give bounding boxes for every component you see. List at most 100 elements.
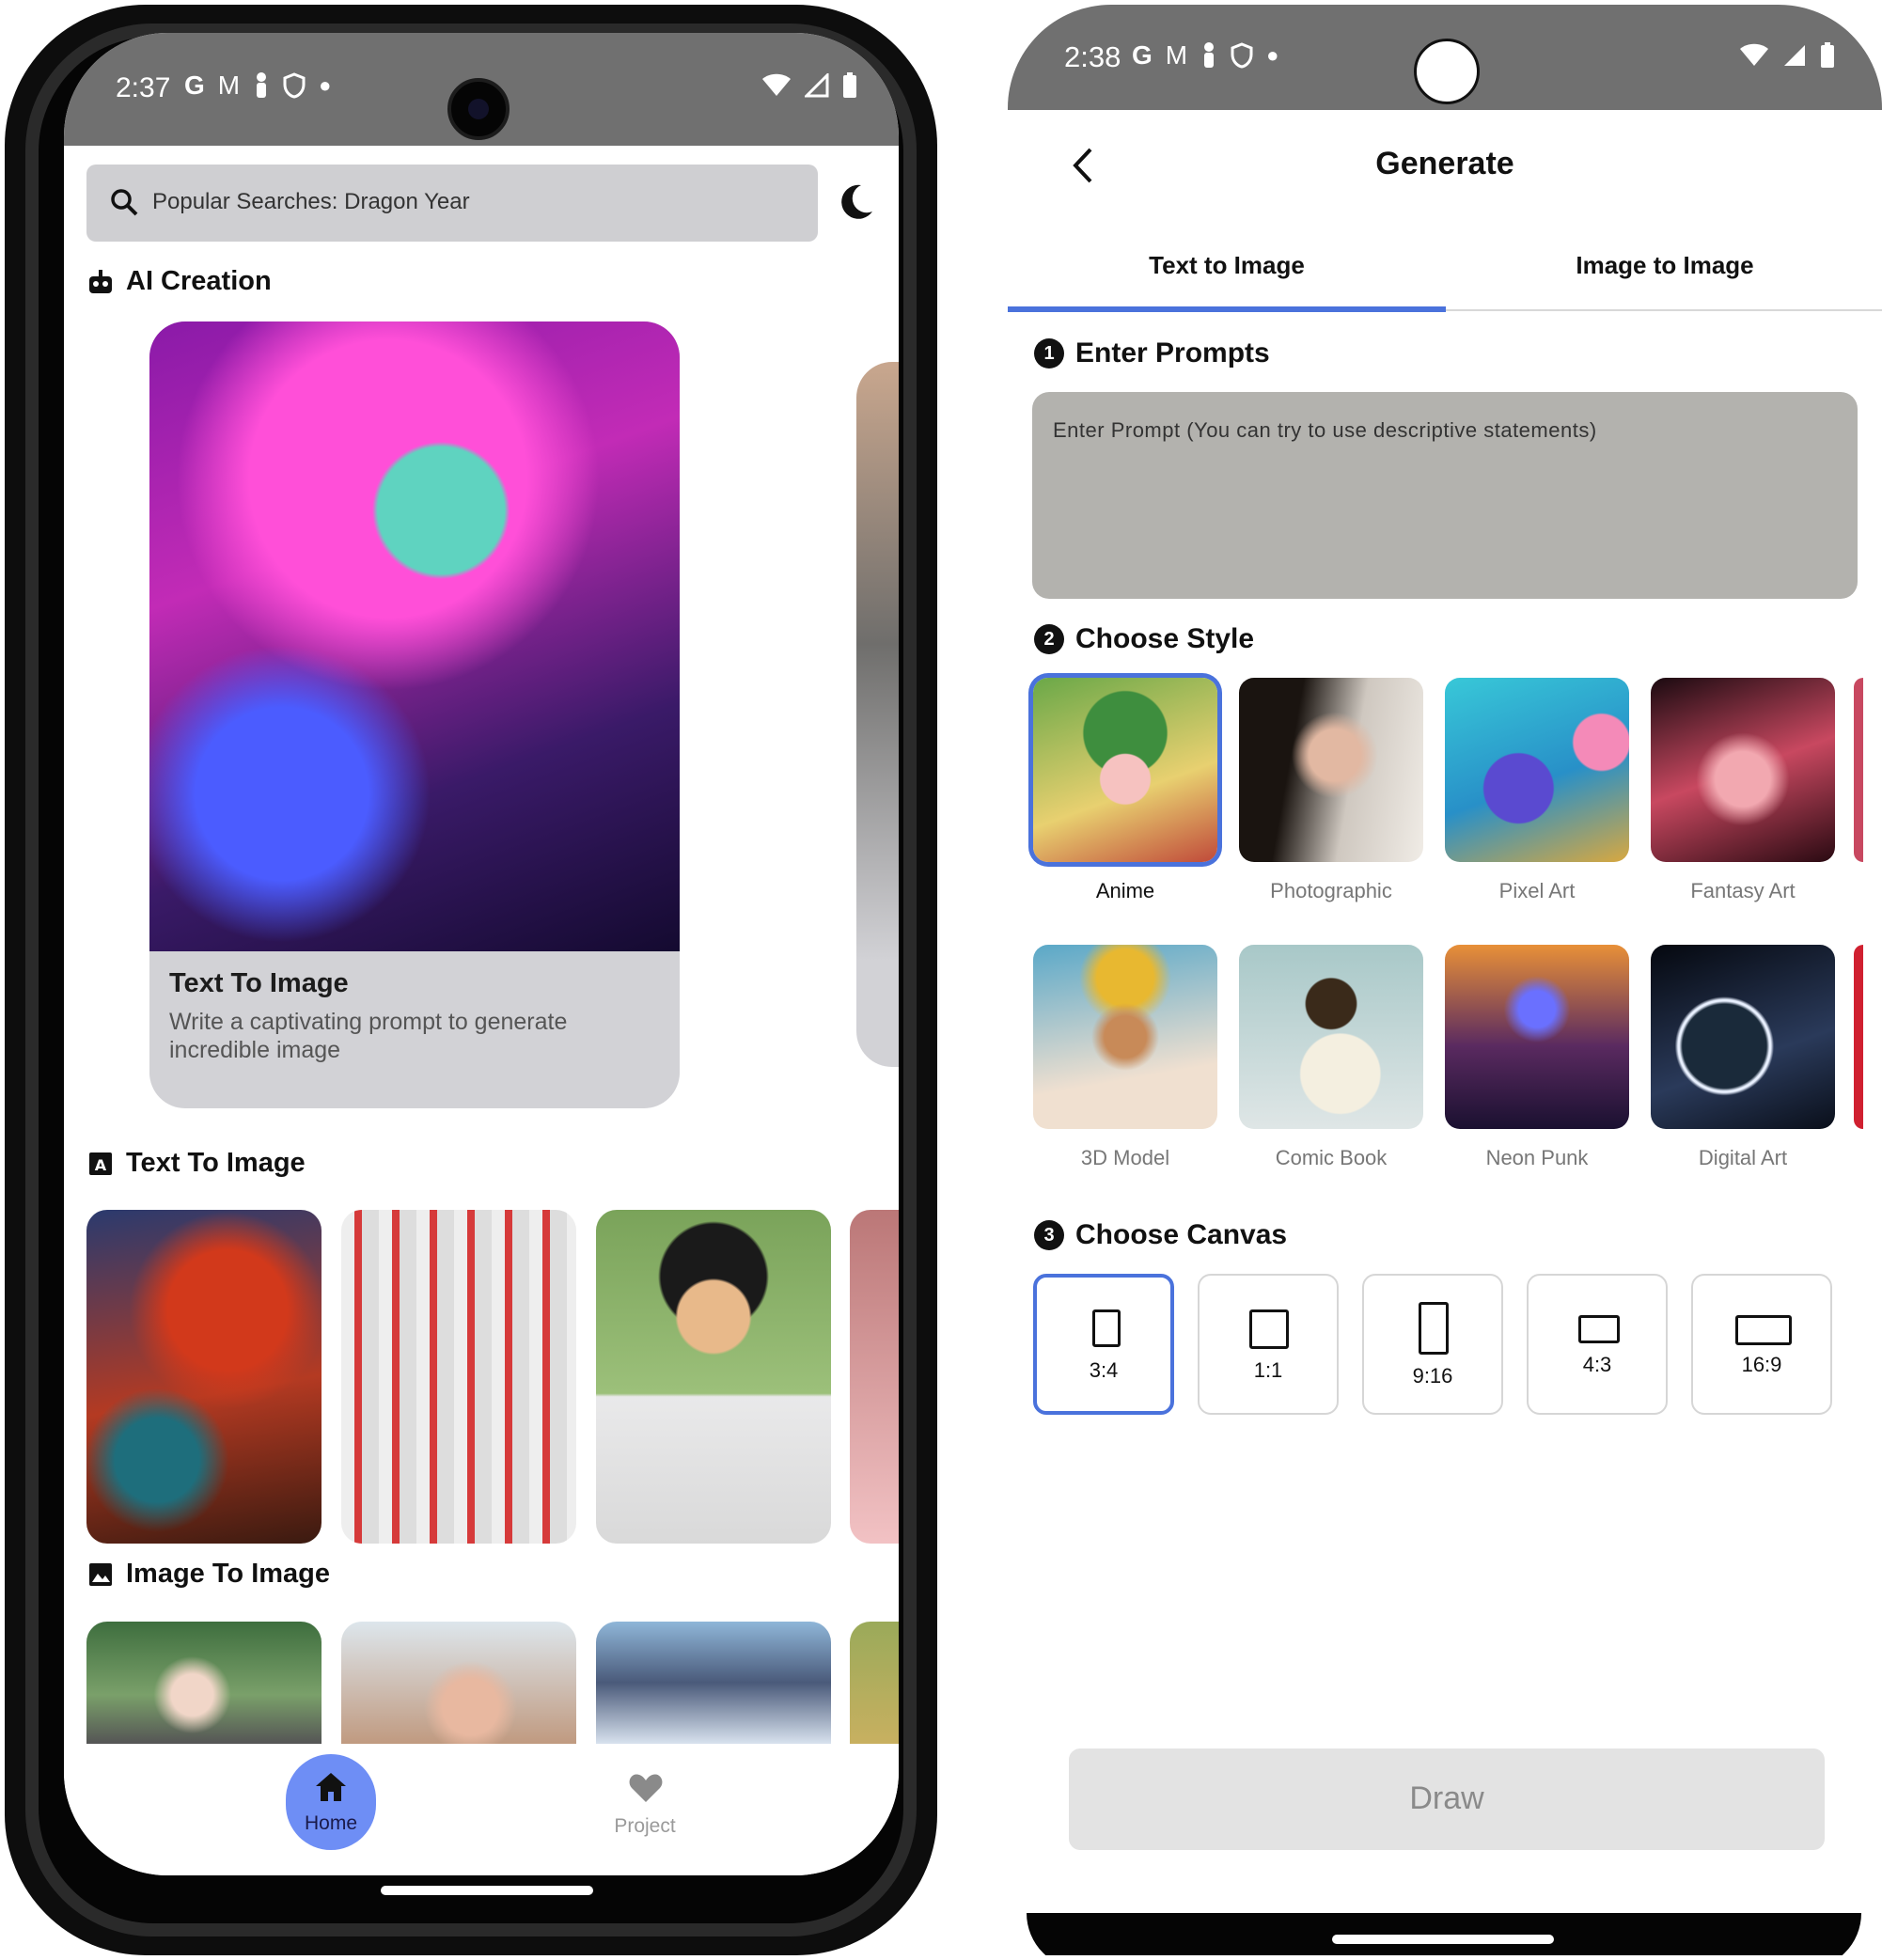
canvas-option-16-9[interactable]: 16:9 bbox=[1691, 1274, 1832, 1415]
status-icons: G M ● bbox=[184, 71, 331, 101]
canvas-shape-icon bbox=[1578, 1315, 1620, 1343]
search-placeholder: Popular Searches: Dragon Year bbox=[152, 189, 470, 214]
wifi-icon bbox=[1740, 43, 1768, 66]
style-photographic[interactable] bbox=[1239, 678, 1423, 862]
signal-icon bbox=[1784, 45, 1805, 66]
style-comic-book[interactable] bbox=[1239, 945, 1423, 1129]
hero-card-title: Text To Image bbox=[169, 968, 349, 998]
gmail-icon: M bbox=[1165, 40, 1188, 70]
style-label-comic-book: Comic Book bbox=[1275, 1146, 1388, 1169]
dot-icon: ● bbox=[1266, 43, 1279, 67]
style-digital-art[interactable] bbox=[1651, 945, 1835, 1129]
step-number: 1 bbox=[1034, 338, 1064, 368]
thumb-comic-man[interactable] bbox=[596, 1210, 831, 1544]
status-icons: G M ● bbox=[1132, 40, 1278, 71]
canvas-option-3-4[interactable]: 3:4 bbox=[1033, 1274, 1174, 1415]
step-number: 2 bbox=[1034, 624, 1064, 654]
draw-button[interactable]: Draw bbox=[1069, 1748, 1825, 1850]
image-icon bbox=[89, 1562, 112, 1586]
battery-icon bbox=[1821, 42, 1834, 68]
prompt-placeholder: Enter Prompt (You can try to use descrip… bbox=[1053, 418, 1597, 442]
signal-icon bbox=[805, 73, 829, 98]
gesture-home-bar[interactable] bbox=[381, 1886, 593, 1895]
canvas-label: 4:3 bbox=[1582, 1353, 1612, 1376]
thumb-peek-2[interactable] bbox=[850, 1622, 899, 1744]
thumb-woman-portrait[interactable] bbox=[341, 1622, 576, 1744]
style-peek-2[interactable] bbox=[1854, 945, 1863, 1129]
thumb-girl-hat[interactable] bbox=[86, 1622, 322, 1744]
canvas-shape-icon bbox=[1735, 1315, 1792, 1345]
style-label-fantasy-art: Fantasy Art bbox=[1690, 879, 1796, 902]
nav-home-button[interactable]: Home bbox=[286, 1754, 376, 1850]
heart-icon bbox=[629, 1774, 663, 1802]
style-neon-punk[interactable] bbox=[1445, 945, 1629, 1129]
hero-card-description: Write a captivating prompt to generate i… bbox=[169, 1009, 568, 1063]
style-fantasy-art[interactable] bbox=[1651, 678, 1835, 862]
canvas-shape-icon bbox=[1419, 1302, 1449, 1355]
dark-mode-moon-icon[interactable] bbox=[837, 183, 874, 221]
status-time: 2:38 bbox=[1064, 40, 1121, 73]
thumb-peek[interactable] bbox=[850, 1210, 899, 1544]
page-title: Generate bbox=[1375, 146, 1514, 181]
wifi-icon bbox=[762, 73, 791, 96]
style-label-pixel-art: Pixel Art bbox=[1498, 879, 1576, 902]
style-label-3d-model: 3D Model bbox=[1080, 1146, 1170, 1169]
person-icon bbox=[1204, 42, 1215, 68]
gmail-icon: M bbox=[217, 71, 241, 100]
style-label-anime: Anime bbox=[1095, 879, 1155, 902]
google-icon: G bbox=[1132, 40, 1153, 70]
thumb-lantern-street[interactable] bbox=[341, 1210, 576, 1544]
style-anime[interactable] bbox=[1033, 678, 1217, 862]
next-card-peek[interactable] bbox=[856, 362, 899, 1067]
canvas-option-1-1[interactable]: 1:1 bbox=[1198, 1274, 1339, 1415]
home-icon bbox=[316, 1773, 346, 1801]
status-time: 2:37 bbox=[116, 72, 171, 103]
shield-icon bbox=[283, 72, 306, 99]
thumb-dragon[interactable] bbox=[86, 1210, 322, 1544]
tab-text-to-image[interactable]: Text to Image bbox=[1008, 251, 1446, 280]
section-title: Image To Image bbox=[126, 1559, 331, 1589]
style-peek[interactable] bbox=[1854, 678, 1863, 862]
front-camera bbox=[447, 78, 510, 140]
step-label: Choose Canvas bbox=[1075, 1219, 1288, 1250]
gesture-home-bar[interactable] bbox=[1332, 1935, 1554, 1944]
bottom-nav bbox=[64, 1744, 899, 1875]
front-camera bbox=[1414, 39, 1480, 104]
canvas-label: 3:4 bbox=[1089, 1358, 1119, 1382]
system-icons bbox=[1739, 42, 1835, 69]
step-choose-canvas: 3 Choose Canvas bbox=[1034, 1219, 1287, 1251]
section-image-to-image: Image To Image bbox=[86, 1559, 330, 1590]
canvas-option-9-16[interactable]: 9:16 bbox=[1362, 1274, 1503, 1415]
shield-icon bbox=[1231, 42, 1253, 69]
dot-icon: ● bbox=[319, 73, 332, 97]
style-pixel-art[interactable] bbox=[1445, 678, 1629, 862]
prompt-input[interactable]: Enter Prompt (You can try to use descrip… bbox=[1032, 392, 1858, 599]
step-enter-prompts: 1 Enter Prompts bbox=[1034, 337, 1270, 369]
system-icons bbox=[761, 72, 857, 99]
status-bar: 2:38 G M ● bbox=[1008, 5, 1882, 110]
person-icon bbox=[257, 72, 267, 98]
section-text-to-image: A Text To Image bbox=[86, 1148, 306, 1179]
style-label-photographic: Photographic bbox=[1270, 879, 1392, 902]
hero-card-text-to-image[interactable]: Text To Image Write a captivating prompt… bbox=[149, 321, 680, 1108]
canvas-shape-icon bbox=[1092, 1309, 1121, 1347]
nav-project-button[interactable]: Project bbox=[598, 1763, 692, 1847]
section-ai-creation: AI Creation bbox=[86, 266, 272, 297]
draw-button-label: Draw bbox=[1409, 1780, 1484, 1816]
canvas-label: 1:1 bbox=[1253, 1358, 1283, 1382]
svg-text:A: A bbox=[95, 1156, 107, 1174]
step-label: Choose Style bbox=[1075, 623, 1255, 654]
hero-image-lion-guitar bbox=[149, 321, 680, 951]
search-bar[interactable]: Popular Searches: Dragon Year bbox=[86, 165, 818, 242]
tab-selected-indicator bbox=[1008, 306, 1446, 312]
thumb-city-street[interactable] bbox=[596, 1622, 831, 1744]
home-screen: 2:37 G M ● Popular Searches: Dragon Year… bbox=[64, 33, 899, 1875]
canvas-option-4-3[interactable]: 4:3 bbox=[1527, 1274, 1668, 1415]
canvas-shape-icon bbox=[1249, 1309, 1289, 1349]
robot-icon bbox=[89, 269, 112, 293]
tab-image-to-image[interactable]: Image to Image bbox=[1446, 251, 1882, 280]
nav-project-label: Project bbox=[614, 1815, 676, 1837]
generate-screen: 2:38 G M ● Generate Text to Image Image … bbox=[1008, 5, 1882, 1955]
style-3d-model[interactable] bbox=[1033, 945, 1217, 1129]
step-number: 3 bbox=[1034, 1220, 1064, 1250]
